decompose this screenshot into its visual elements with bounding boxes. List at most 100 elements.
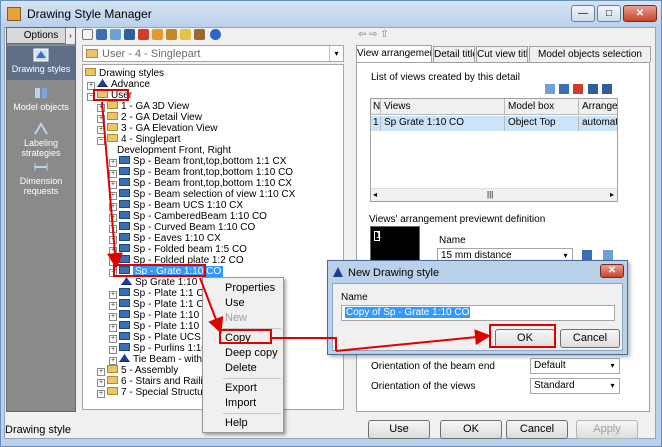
- tree-node[interactable]: + Sp - Plate 1:1 CX: [109, 299, 210, 310]
- grid-header-arranger[interactable]: Arranger: [579, 99, 617, 115]
- export-icon[interactable]: [152, 29, 163, 40]
- tab-view-arrangement[interactable]: View arrangement: [356, 45, 432, 63]
- expand-icon[interactable]: +: [97, 115, 105, 123]
- scroll-left-icon[interactable]: ◂: [373, 190, 377, 199]
- menu-item-help[interactable]: Help: [225, 417, 248, 429]
- menu-item-export[interactable]: Export: [225, 382, 257, 394]
- move-up-icon[interactable]: [588, 84, 598, 94]
- back-arrow-icon[interactable]: ⇦: [358, 29, 366, 40]
- expand-icon[interactable]: +: [109, 203, 117, 211]
- tree-node[interactable]: + Sp - Beam front,top,bottom 1:10 CX: [109, 178, 292, 189]
- menu-item-use[interactable]: Use: [225, 297, 245, 309]
- orientation-views-select[interactable]: Standard ▾: [530, 378, 620, 394]
- tree-node[interactable]: + Tie Beam - with en: [109, 354, 216, 365]
- deep-copy-icon[interactable]: [110, 29, 121, 40]
- grid-cell-view[interactable]: Sp Grate 1:10 CO: [381, 116, 505, 131]
- library-icon[interactable]: [194, 29, 205, 40]
- chevron-down-icon[interactable]: ▾: [606, 359, 619, 373]
- orientation-beam-select[interactable]: Default ▾: [530, 358, 620, 374]
- expand-icon[interactable]: +: [109, 357, 117, 365]
- tab-model-objects-selection[interactable]: Model objects selection: [529, 46, 651, 62]
- cancel-button[interactable]: Cancel: [506, 420, 568, 439]
- menu-item-properties[interactable]: Properties: [225, 282, 275, 294]
- expand-icon[interactable]: +: [109, 324, 117, 332]
- expand-icon[interactable]: +: [97, 390, 105, 398]
- menu-item-delete[interactable]: Delete: [225, 362, 257, 374]
- dialog-name-input[interactable]: Copy of Sp - Grate 1:10 CO: [341, 305, 615, 321]
- tree-node[interactable]: + Sp - Beam UCS 1:10 CX: [109, 200, 243, 211]
- menu-item-deep-copy[interactable]: Deep copy: [225, 347, 278, 359]
- tree-node[interactable]: + Sp - Folded beam 1:5 CO: [109, 244, 247, 255]
- up-arrow-icon[interactable]: ⇧: [380, 29, 388, 40]
- tree-node[interactable]: +3 - GA Elevation View: [97, 123, 218, 134]
- tree-node[interactable]: + Sp - Plate 1:1 CO: [109, 288, 211, 299]
- views-grid[interactable]: N Views Model box Arranger 1 Sp Grate 1:…: [370, 98, 618, 202]
- tab-cut-view-title[interactable]: Cut view title: [476, 46, 528, 62]
- close-button[interactable]: ✕: [623, 5, 657, 22]
- expand-icon[interactable]: +: [97, 104, 105, 112]
- nav-item-drawing-styles[interactable]: Drawing styles: [7, 46, 75, 80]
- expand-icon[interactable]: +: [109, 247, 117, 255]
- nav-item-model-objects[interactable]: Model objects: [7, 84, 75, 114]
- expand-icon[interactable]: +: [109, 313, 117, 321]
- tree-node[interactable]: +5 - Assembly: [97, 365, 178, 376]
- expand-icon[interactable]: +: [109, 181, 117, 189]
- tree-node[interactable]: + Sp - Curved Beam 1:10 CO: [109, 222, 255, 233]
- expand-icon[interactable]: +: [97, 368, 105, 376]
- import-icon[interactable]: [166, 29, 177, 40]
- collapse-icon[interactable]: −: [97, 137, 105, 145]
- tree-node[interactable]: + Sp - Beam front,top,bottom 1:10 CO: [109, 167, 293, 178]
- expand-icon[interactable]: +: [109, 214, 117, 222]
- minimize-button[interactable]: —: [571, 5, 595, 22]
- new-view-icon[interactable]: [559, 84, 569, 94]
- expand-icon[interactable]: +: [109, 346, 117, 354]
- arrangement-options-icon[interactable]: [603, 250, 613, 260]
- tree-node[interactable]: + Sp - Eaves 1:10 CX: [109, 233, 221, 244]
- use-button[interactable]: Use: [368, 420, 430, 439]
- expand-icon[interactable]: +: [97, 379, 105, 387]
- horizontal-scrollbar[interactable]: ◂ ||| ▸: [371, 188, 617, 201]
- grid-header-n[interactable]: N: [371, 99, 381, 115]
- expand-icon[interactable]: +: [109, 236, 117, 244]
- tree-node[interactable]: +6 - Stairs and Railings: [97, 376, 219, 387]
- delete-view-icon[interactable]: [573, 84, 583, 94]
- expand-icon[interactable]: +: [109, 335, 117, 343]
- tree-node[interactable]: − 4 - Singlepart: [97, 134, 180, 145]
- tree-node-drawing-styles[interactable]: Drawing styles: [85, 68, 164, 79]
- tree-node[interactable]: + Sp - Beam selection of view 1:10 CX: [109, 189, 295, 200]
- expand-icon[interactable]: +: [109, 159, 117, 167]
- new-icon[interactable]: [82, 29, 93, 40]
- move-down-icon[interactable]: [602, 84, 612, 94]
- tree-node[interactable]: + Sp - Plate 1:10 CO: [109, 310, 217, 321]
- tree-node[interactable]: + Sp - CamberedBeam 1:10 CO: [109, 211, 267, 222]
- nav-item-labeling-strategies[interactable]: Labeling strategies: [7, 120, 75, 158]
- help-icon[interactable]: [210, 29, 221, 40]
- grid-cell-n[interactable]: 1: [371, 116, 381, 131]
- expand-icon[interactable]: +: [97, 126, 105, 134]
- collapse-arrow-icon[interactable]: ›: [65, 28, 75, 44]
- expand-icon[interactable]: +: [109, 192, 117, 200]
- tree-node[interactable]: +2 - GA Detail View: [97, 112, 202, 123]
- edit-arrangement-icon[interactable]: [582, 250, 592, 260]
- expand-icon[interactable]: +: [109, 302, 117, 310]
- expand-icon[interactable]: +: [109, 225, 117, 233]
- chevron-down-icon[interactable]: ▾: [606, 379, 619, 393]
- tab-detail-title[interactable]: Detail title: [433, 46, 475, 62]
- dialog-close-button[interactable]: ✕: [600, 264, 624, 278]
- nav-item-dimension-requests[interactable]: Dimension requests: [7, 158, 75, 196]
- grid-cell-arranger[interactable]: automati: [579, 116, 617, 131]
- dialog-cancel-button[interactable]: Cancel: [560, 329, 620, 348]
- copy-view-icon[interactable]: [545, 84, 555, 94]
- scroll-thumb[interactable]: |||: [487, 190, 493, 199]
- delete-icon[interactable]: [138, 29, 149, 40]
- copy-icon[interactable]: [96, 29, 107, 40]
- forward-arrow-icon[interactable]: ⇨: [369, 29, 377, 40]
- folder-icon[interactable]: [180, 29, 191, 40]
- properties-icon[interactable]: [124, 29, 135, 40]
- apply-button[interactable]: Apply: [576, 420, 638, 439]
- tree-node[interactable]: Development Front, Right: [117, 145, 231, 156]
- chevron-down-icon[interactable]: ▾: [329, 46, 343, 61]
- tree-node[interactable]: +1 - GA 3D View: [97, 101, 189, 112]
- grid-header-views[interactable]: Views: [381, 99, 505, 115]
- ok-button[interactable]: OK: [440, 420, 502, 439]
